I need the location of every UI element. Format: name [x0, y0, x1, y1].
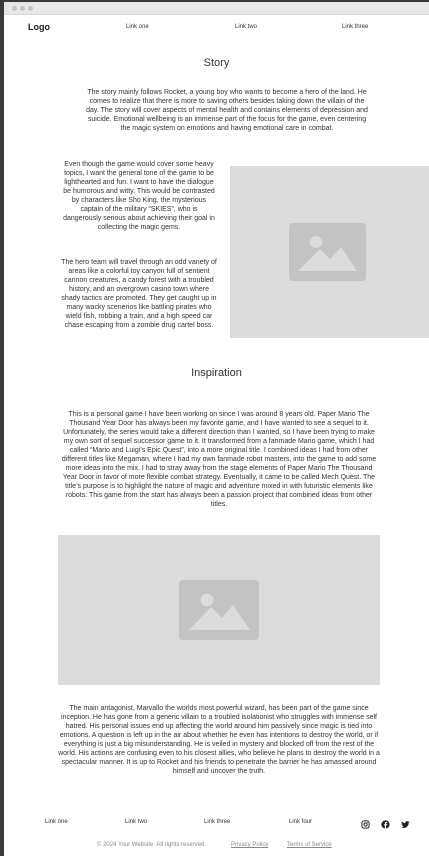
window-control-maximize[interactable] [28, 6, 33, 11]
story-image-placeholder [230, 166, 429, 338]
inspiration-heading: Inspiration [191, 367, 242, 379]
footer-link-one[interactable]: Link one [45, 819, 68, 825]
story-heading: Story [203, 57, 230, 69]
copyright-text: © 2024 Your Website. All rights reserved… [97, 842, 207, 848]
nav-link-one[interactable]: Link one [126, 24, 149, 30]
browser-window: Logo Link one Link two Link three Story … [4, 2, 429, 856]
window-control-minimize[interactable] [20, 6, 25, 11]
facebook-icon[interactable] [381, 820, 390, 829]
inspiration-paragraph: This is a personal game I have been work… [61, 411, 377, 508]
window-control-close[interactable] [12, 6, 17, 11]
image-icon [289, 223, 366, 281]
top-navbar: Logo Link one Link two Link three [4, 21, 429, 37]
antagonist-paragraph: The main antagonist, Marvallo the worlds… [58, 705, 380, 775]
story-tone-paragraph: Even though the game would cover some he… [63, 161, 215, 231]
instagram-icon[interactable] [361, 820, 370, 829]
footer-link-three[interactable]: Link three [204, 819, 230, 825]
twitter-icon[interactable] [401, 820, 410, 829]
image-icon [179, 580, 259, 640]
story-intro: The story mainly follows Rocket, a young… [86, 89, 368, 132]
logo[interactable]: Logo [28, 22, 50, 32]
terms-of-service-link[interactable]: Terms of Service [287, 842, 332, 848]
footer-link-four[interactable]: Link four [289, 819, 312, 825]
footer-link-two[interactable]: Link two [125, 819, 147, 825]
nav-link-two[interactable]: Link two [235, 24, 257, 30]
inspiration-image-placeholder [58, 535, 380, 685]
nav-link-three[interactable]: Link three [342, 24, 368, 30]
privacy-policy-link[interactable]: Privacy Policy [231, 842, 268, 848]
story-world-paragraph: The hero team will travel through an odd… [61, 259, 217, 329]
window-chrome [4, 2, 429, 15]
